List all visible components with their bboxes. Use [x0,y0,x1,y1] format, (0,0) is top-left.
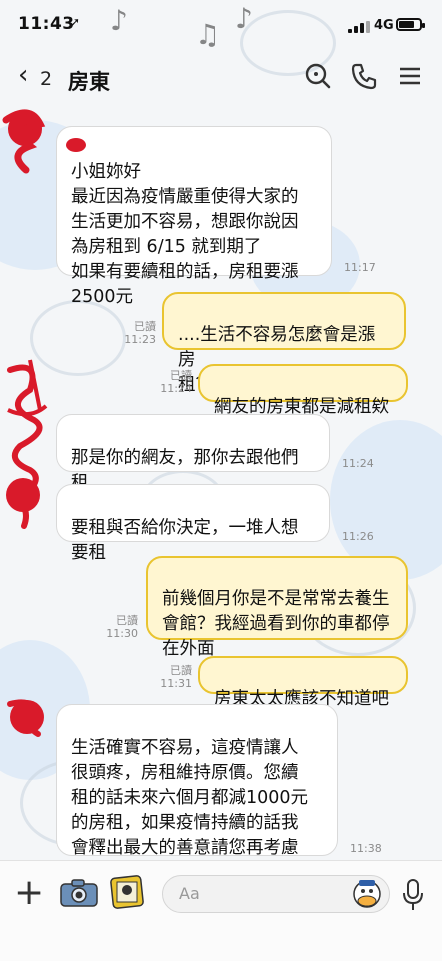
location-arrow-icon: ➚ [70,15,81,29]
photo-gallery-icon[interactable] [110,875,144,909]
read-receipt: 已讀 [170,369,192,382]
signal-icon [348,21,370,33]
message-time: 11:23 [124,333,156,346]
status-time: 11:43 [18,14,75,34]
microphone-icon[interactable] [402,879,424,911]
chat-title: 房東 [68,70,110,94]
network-type: 4G [374,18,394,33]
message-time: 11:24 [342,457,374,470]
read-receipt: 已讀 [116,614,138,627]
redaction-scribble [7,699,44,737]
message-bubble-incoming[interactable]: 那是你的網友，那你去跟他們 租 [56,414,330,493]
message-bubble-outgoing[interactable]: 前幾個月你是不是常常去養生 會館？我經過看到你的車都停 在外面 [146,556,408,659]
message-time: 11:30 [106,627,138,640]
menu-icon[interactable] [394,60,426,92]
status-bar: 11:43 ➚ 4G [0,0,442,48]
message-bubble-outgoing[interactable]: 網友的房東都是減租欸 [198,364,408,417]
name-redaction [66,138,86,152]
plus-icon[interactable]: + [14,875,44,911]
message-time: 11:17 [344,261,376,274]
message-bubble-outgoing[interactable]: 房東太太應該不知道吧 [198,656,408,709]
read-receipt: 已讀 [170,664,192,677]
search-icon[interactable] [302,60,334,92]
phone-icon[interactable] [348,60,380,92]
camera-icon[interactable] [60,879,98,907]
message-input-bar: + Aa [0,860,442,961]
message-bubble-incoming[interactable]: 生活確實不容易，這疫情讓人 很頭疼，房租維持原價。您續 租的話未來六個月都減10… [56,704,338,883]
message-time: 11:31 [160,677,192,690]
message-time: 11:26 [342,530,374,543]
redaction-scribble [2,109,46,174]
message-time: 11:38 [350,842,382,855]
sticker-icon[interactable] [352,879,382,909]
message-time: 11:24 [160,382,192,395]
unread-count[interactable]: 2 [40,68,52,90]
read-receipt: 已讀 [134,320,156,333]
chat-header: ‹ 2 房東 [0,52,442,104]
message-bubble-incoming[interactable]: 小姐妳好 最近因為疫情嚴重使得大家的 生活更加不容易，想跟你說因 為房租到 6/… [56,126,332,307]
battery-icon [396,18,425,31]
message-bubble-outgoing[interactable]: ....生活不容易怎麼會是漲房 租？ [162,292,406,395]
message-bubble-incoming[interactable]: 要租與否給你決定，一堆人想 要租 [56,484,330,563]
chevron-left-icon[interactable]: ‹ [18,60,28,90]
landlord-avatar[interactable] [6,478,40,512]
